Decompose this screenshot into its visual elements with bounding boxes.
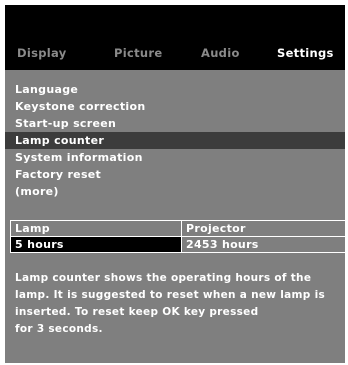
tab-settings[interactable]: Settings (277, 46, 334, 60)
menu-header-bar: Display Picture Audio Settings (5, 5, 345, 70)
menu-item-start-up-screen[interactable]: Start-up screen (5, 115, 345, 132)
description-line: inserted. To reset keep OK key pressed (15, 306, 259, 318)
menu-item-more[interactable]: (more) (5, 183, 345, 200)
table-value-row: 5 hours 2453 hours (11, 237, 345, 252)
lamp-hours-table: Lamp Projector 5 hours 2453 hours (10, 220, 346, 253)
menu-item-language[interactable]: Language (5, 81, 345, 98)
menu-item-system-information[interactable]: System information (5, 149, 345, 166)
lamp-hours-value: 5 hours (11, 237, 182, 252)
menu-item-lamp-counter[interactable]: Lamp counter (5, 132, 345, 149)
osd-menu-panel: Display Picture Audio Settings Language … (5, 5, 346, 363)
description-line: lamp. It is suggested to reset when a ne… (15, 289, 326, 301)
lamp-counter-description: Lamp counter shows the operating hours o… (15, 270, 341, 338)
tab-audio[interactable]: Audio (201, 46, 240, 60)
description-line: Lamp counter shows the operating hours o… (15, 272, 312, 284)
tab-picture[interactable]: Picture (114, 46, 162, 60)
projector-column-header: Projector (186, 222, 246, 235)
menu-item-keystone-correction[interactable]: Keystone correction (5, 98, 345, 115)
settings-menu-list: Language Keystone correction Start-up sc… (5, 81, 345, 200)
tab-display[interactable]: Display (17, 46, 67, 60)
description-line: for 3 seconds. (15, 323, 103, 335)
projector-hours-value: 2453 hours (186, 238, 259, 251)
lamp-column-header: Lamp (11, 221, 182, 236)
table-header-row: Lamp Projector (11, 221, 345, 237)
menu-item-factory-reset[interactable]: Factory reset (5, 166, 345, 183)
